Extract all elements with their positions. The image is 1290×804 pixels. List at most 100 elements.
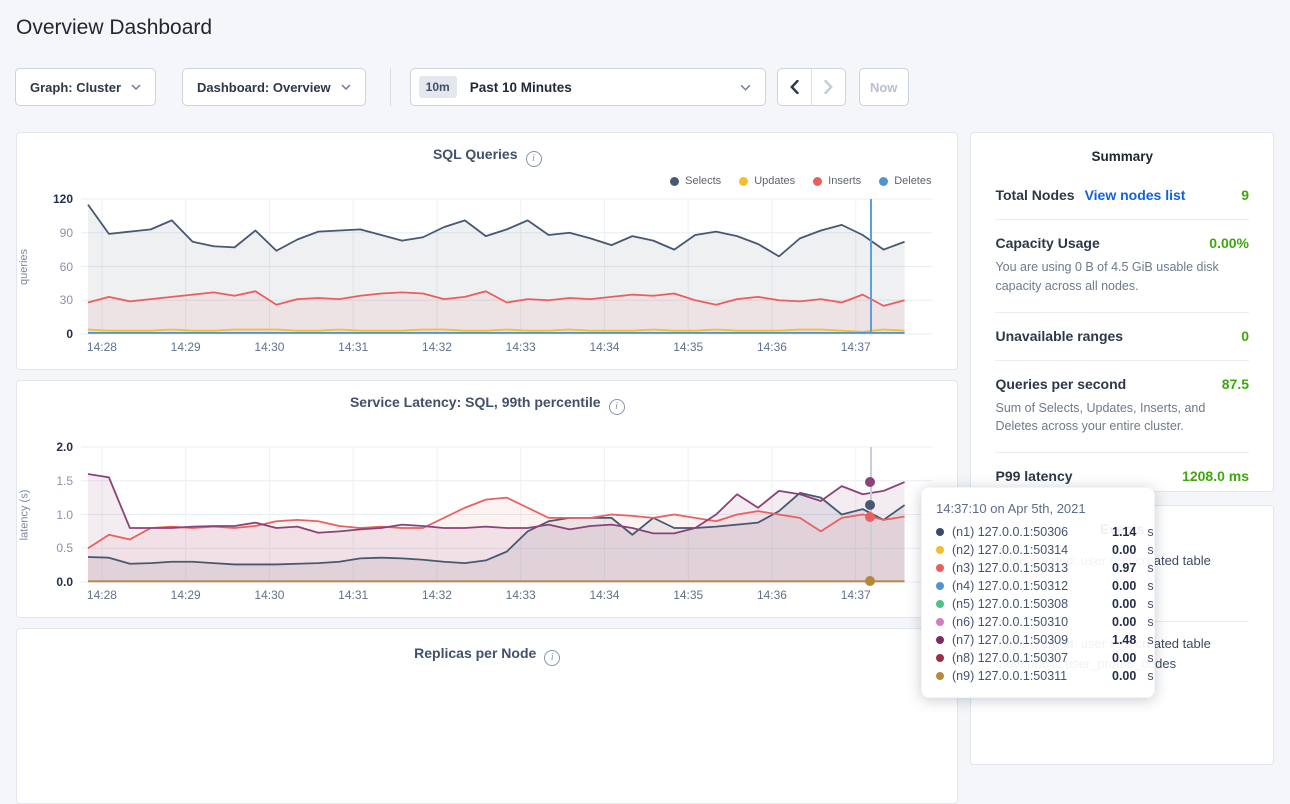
tooltip-value-unit: s (1147, 579, 1153, 593)
legend-item-selects: Selects (670, 175, 721, 187)
chevron-left-icon (790, 80, 799, 94)
legend-swatch (739, 177, 748, 186)
legend-swatch (670, 177, 679, 186)
tooltip-node-address: (n7) 127.0.0.1:50309 (952, 633, 1104, 647)
tooltip-node-row: (n1) 127.0.0.1:503061.14s (936, 523, 1140, 541)
tooltip-node-address: (n8) 127.0.0.1:50307 (952, 651, 1104, 665)
qps-value: 87.5 (1222, 376, 1249, 392)
replicas-per-node-card: Replicas per Node i (16, 628, 958, 804)
page-title: Overview Dashboard (16, 14, 1290, 42)
tooltip-value-unit: s (1147, 651, 1153, 665)
legend-item-updates: Updates (739, 175, 795, 187)
tooltip-node-address: (n1) 127.0.0.1:50306 (952, 525, 1104, 539)
tooltip-node-row: (n5) 127.0.0.1:503080.00s (936, 595, 1140, 613)
chart-title-text: SQL Queries (433, 146, 518, 162)
series-dot (936, 618, 944, 626)
y-tick-label: 60 (35, 259, 73, 275)
summary-panel: Summary Total Nodes View nodes list 9 Ca… (970, 132, 1274, 492)
legend-item-deletes: Deletes (879, 175, 931, 187)
y-axis-ticks: 0306090120 (35, 199, 73, 334)
series-point-dot (865, 576, 875, 586)
tooltip-node-address: (n6) 127.0.0.1:50310 (952, 615, 1104, 629)
legend-swatch (813, 177, 822, 186)
tooltip-node-value: 0.00 (1112, 543, 1136, 557)
y-axis-title: latency (s) (17, 447, 31, 582)
x-tick-label: 14:35 (673, 588, 703, 602)
tooltip-node-address: (n2) 127.0.0.1:50314 (952, 543, 1104, 557)
legend-item-inserts: Inserts (813, 175, 861, 187)
x-axis-ticks: 14:2814:2914:3014:3114:3214:3314:3414:35… (81, 340, 932, 356)
chart-title: SQL Queries i (17, 146, 957, 167)
y-tick-label: 2.0 (35, 439, 73, 455)
total-nodes-label: Total Nodes (995, 187, 1074, 203)
tooltip-node-address: (n3) 127.0.0.1:50313 (952, 561, 1104, 575)
tooltip-value-unit: s (1147, 525, 1153, 539)
tooltip-node-value: 0.00 (1112, 597, 1136, 611)
dashboard-select-label: Dashboard: Overview (197, 80, 331, 95)
series-dot (936, 654, 944, 662)
x-tick-label: 14:37 (841, 588, 871, 602)
dashboard-select-button[interactable]: Dashboard: Overview (182, 68, 366, 106)
series-dot (936, 636, 944, 644)
y-tick-label: 1.0 (35, 507, 73, 523)
graph-select-button[interactable]: Graph: Cluster (15, 68, 156, 106)
unavailable-ranges-label: Unavailable ranges (995, 328, 1123, 344)
prev-range-button[interactable] (778, 68, 812, 106)
toolbar: Graph: Cluster Dashboard: Overview 10m P… (15, 68, 1290, 106)
time-range-label: Past 10 Minutes (470, 80, 740, 95)
tooltip-node-address: (n4) 127.0.0.1:50312 (952, 579, 1104, 593)
chart-title-text: Replicas per Node (414, 645, 536, 661)
tooltip-node-row: (n9) 127.0.0.1:503110.00s (936, 667, 1140, 685)
y-tick-label: 0.0 (35, 574, 73, 590)
next-range-button[interactable] (812, 68, 845, 106)
qps-label: Queries per second (995, 376, 1126, 392)
series-dot (936, 600, 944, 608)
tooltip-node-value: 0.97 (1112, 561, 1136, 575)
sql-queries-card: SQL Queries i Selects Updates Inserts Delete… (16, 132, 958, 370)
summary-row-qps: Queries per second 87.5 Sum of Selects, … (995, 361, 1249, 454)
capacity-usage-value: 0.00% (1209, 235, 1249, 251)
legend-label: Updates (754, 175, 795, 187)
service-latency-card: Service Latency: SQL, 99th percentilei l… (16, 380, 958, 618)
sql-queries-plot[interactable]: queries 0306090120 14:2814:2914:3014:311… (81, 199, 932, 334)
x-tick-label: 14:30 (254, 588, 284, 602)
unavailable-ranges-value: 0 (1241, 328, 1249, 344)
series-point-dot (865, 512, 875, 522)
tooltip-node-value: 1.48 (1112, 633, 1136, 647)
tooltip-node-value: 1.14 (1112, 525, 1136, 539)
chart-title: Replicas per Node i (17, 645, 957, 666)
service-latency-plot[interactable]: latency (s) 0.00.51.01.52.0 14:2814:2914… (81, 447, 932, 582)
x-tick-label: 14:36 (757, 588, 787, 602)
toolbar-divider (390, 68, 391, 106)
total-nodes-value: 9 (1241, 187, 1249, 203)
tooltip-rows: (n1) 127.0.0.1:503061.14s(n2) 127.0.0.1:… (936, 523, 1140, 685)
tooltip-timestamp: 14:37:10 on Apr 5th, 2021 (936, 501, 1140, 516)
graph-select-label: Graph: Cluster (30, 80, 121, 95)
now-button[interactable]: Now (859, 68, 909, 106)
x-tick-label: 14:31 (338, 340, 368, 354)
info-icon[interactable]: i (609, 399, 625, 415)
info-icon[interactable]: i (544, 650, 560, 666)
summary-title: Summary (995, 147, 1249, 164)
tooltip-node-address: (n9) 127.0.0.1:50311 (952, 669, 1104, 683)
tooltip-node-row: (n3) 127.0.0.1:503130.97s (936, 559, 1140, 577)
view-nodes-list-link[interactable]: View nodes list (1085, 187, 1186, 203)
tooltip-node-row: (n6) 127.0.0.1:503100.00s (936, 613, 1140, 631)
series-dot (936, 672, 944, 680)
tooltip-node-row: (n8) 127.0.0.1:503070.00s (936, 649, 1140, 667)
summary-row-capacity: Capacity Usage 0.00% You are using 0 B o… (995, 220, 1249, 313)
time-range-select[interactable]: 10m Past 10 Minutes (410, 68, 766, 106)
info-icon[interactable]: i (526, 151, 542, 167)
tooltip-value-unit: s (1147, 561, 1153, 575)
x-tick-label: 14:32 (422, 340, 452, 354)
tooltip-node-row: (n4) 127.0.0.1:503120.00s (936, 577, 1140, 595)
chart-legend: Selects Updates Inserts Deletes (670, 175, 931, 187)
summary-row-unavailable: Unavailable ranges 0 (995, 313, 1249, 361)
tooltip-value-unit: s (1147, 669, 1153, 683)
x-tick-label: 14:31 (338, 588, 368, 602)
tooltip-node-value: 0.00 (1112, 615, 1136, 629)
tooltip-value-unit: s (1147, 615, 1153, 629)
time-range-badge: 10m (419, 76, 457, 98)
x-tick-label: 14:33 (506, 340, 536, 354)
series-dot (936, 546, 944, 554)
